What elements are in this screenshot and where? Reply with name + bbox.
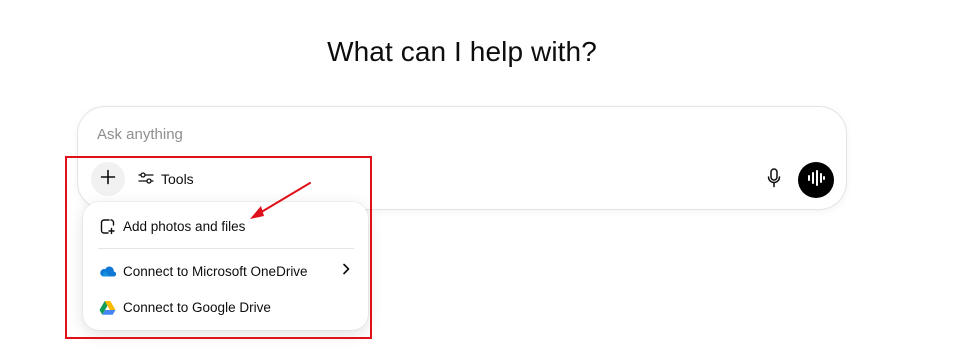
sliders-icon bbox=[138, 171, 154, 188]
menu-item-label: Connect to Google Drive bbox=[123, 299, 271, 315]
chevron-right-icon bbox=[342, 263, 350, 278]
menu-item-add-photos-files[interactable]: Add photos and files bbox=[89, 210, 362, 242]
plus-icon bbox=[100, 169, 116, 190]
attach-menu: Add photos and files Connect to Microsof… bbox=[83, 202, 368, 330]
add-file-icon bbox=[99, 218, 116, 235]
menu-divider bbox=[98, 248, 354, 249]
menu-item-label: Connect to Microsoft OneDrive bbox=[123, 263, 308, 279]
chat-composer: Tools bbox=[77, 106, 847, 210]
voice-mode-button[interactable] bbox=[798, 162, 834, 198]
onedrive-icon bbox=[99, 263, 116, 280]
menu-item-connect-onedrive[interactable]: Connect to Microsoft OneDrive bbox=[89, 255, 362, 287]
microphone-icon bbox=[767, 167, 781, 193]
prompt-input[interactable] bbox=[97, 126, 697, 143]
tools-button[interactable]: Tools bbox=[132, 165, 200, 193]
page-heading: What can I help with? bbox=[327, 36, 597, 67]
menu-item-connect-google-drive[interactable]: Connect to Google Drive bbox=[89, 291, 362, 323]
dictate-button[interactable] bbox=[762, 167, 786, 193]
tools-label: Tools bbox=[161, 171, 194, 187]
menu-item-label: Add photos and files bbox=[123, 218, 246, 234]
google-drive-icon bbox=[99, 299, 116, 316]
attach-button[interactable] bbox=[91, 162, 125, 196]
waveform-icon bbox=[807, 169, 825, 191]
